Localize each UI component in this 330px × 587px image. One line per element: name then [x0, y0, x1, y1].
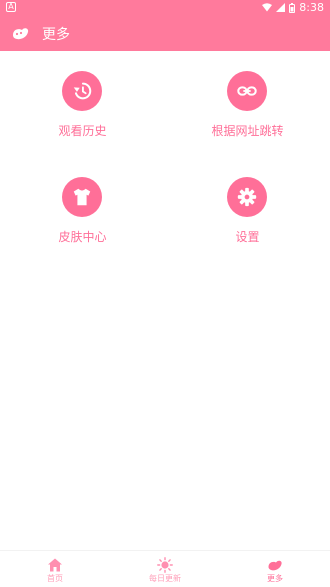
status-icons: 8:38: [262, 0, 324, 15]
home-icon: [48, 558, 62, 572]
settings-label: 设置: [235, 230, 260, 244]
status-time: 8:38: [299, 1, 324, 14]
history-button[interactable]: 观看历史: [0, 51, 165, 141]
wifi-icon: [262, 3, 273, 12]
battery-icon: [289, 2, 296, 13]
status-bar: A 8:38: [0, 0, 330, 15]
gear-icon: [237, 187, 257, 207]
bottom-nav: 首页 每日更新 更多: [0, 550, 330, 587]
settings-button[interactable]: 设置: [165, 157, 330, 247]
nav-more[interactable]: 更多: [220, 551, 330, 587]
signal-icon: [276, 3, 286, 12]
bean-icon: [268, 560, 282, 571]
app-bar: 更多: [0, 15, 330, 51]
history-icon: [73, 82, 92, 100]
url-jump-label: 根据网址跳转: [211, 124, 284, 138]
notification-icon: A: [6, 2, 16, 12]
skin-center-label: 皮肤中心: [58, 230, 107, 244]
skin-center-button[interactable]: 皮肤中心: [0, 157, 165, 247]
nav-home-label: 首页: [47, 574, 63, 583]
sun-icon: [157, 557, 173, 573]
page-title: 更多: [42, 27, 70, 43]
nav-home[interactable]: 首页: [0, 551, 110, 587]
url-jump-button[interactable]: 根据网址跳转: [165, 51, 330, 141]
nav-daily-update[interactable]: 每日更新: [110, 551, 220, 587]
tshirt-icon: [73, 188, 91, 206]
link-icon: [237, 86, 257, 96]
bean-logo-icon: [13, 28, 29, 40]
nav-daily-update-label: 每日更新: [149, 574, 181, 583]
history-label: 观看历史: [58, 124, 107, 138]
nav-more-label: 更多: [267, 574, 283, 583]
